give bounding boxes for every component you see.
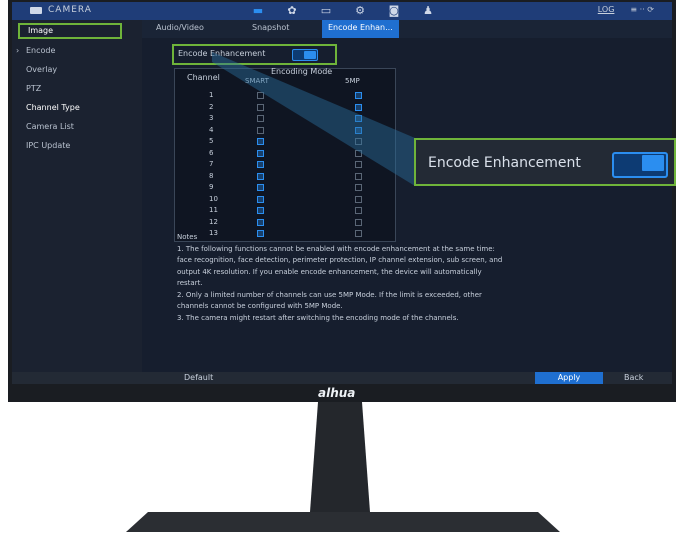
stand-base [126,512,560,532]
stand-neck [310,402,370,512]
monitor-stand [126,402,560,532]
